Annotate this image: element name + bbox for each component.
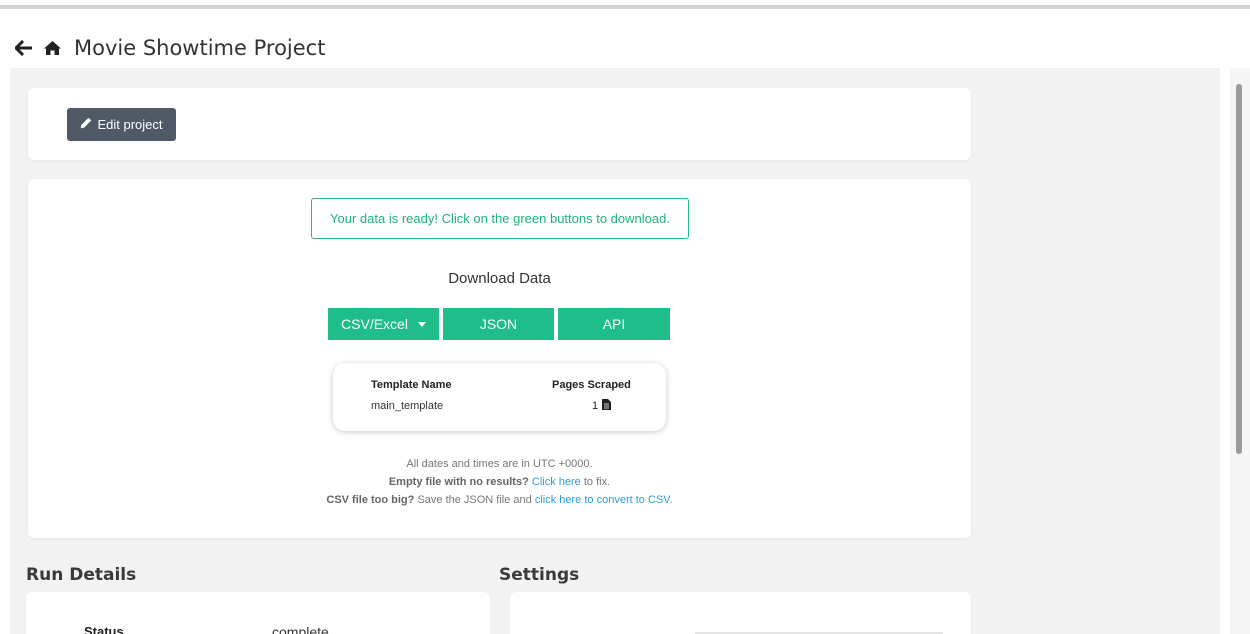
download-title: Download Data (448, 270, 551, 287)
api-button[interactable]: API (558, 308, 670, 340)
edit-project-button[interactable]: Edit project (67, 108, 176, 141)
download-card: Your data is ready! Click on the green b… (28, 179, 971, 538)
csv-too-big-bold: CSV file too big? (326, 494, 415, 506)
empty-file-bold: Empty file with no results? (388, 476, 529, 488)
status-value: complete (272, 624, 329, 634)
run-details-card: Status complete (26, 592, 490, 634)
csv-excel-button[interactable]: CSV/Excel (328, 308, 439, 340)
settings-heading: Settings (499, 565, 580, 585)
timezone-note: All dates and times are in UTC +0000. (406, 458, 593, 470)
page-title: Movie Showtime Project (74, 36, 326, 60)
pages-scraped-value: 1 (592, 400, 599, 412)
template-name-cell: main_template (371, 400, 444, 412)
csv-too-big-note: CSV file too big? Save the JSON file and… (28, 494, 971, 506)
csv-too-big-text: Save the JSON file and (417, 494, 532, 506)
edit-card: Edit project (28, 88, 971, 160)
template-table: Template Name Pages Scraped main_templat… (333, 363, 666, 431)
file-icon[interactable] (602, 399, 612, 413)
arrow-left-icon[interactable] (14, 37, 34, 59)
pencil-icon (80, 117, 92, 132)
edit-project-label: Edit project (97, 117, 163, 132)
pages-scraped-cell: 1 (592, 399, 612, 413)
settings-card (510, 592, 971, 634)
status-label: Status (84, 624, 124, 634)
run-details-heading: Run Details (26, 565, 137, 585)
top-border (0, 5, 1250, 9)
caret-down-icon (417, 321, 426, 327)
empty-file-fix-link[interactable]: Click here (532, 476, 581, 488)
empty-file-tail: to fix. (583, 476, 611, 488)
home-icon[interactable] (42, 37, 62, 59)
main-content: Edit project Your data is ready! Click o… (10, 68, 1220, 634)
template-name-header: Template Name (371, 379, 452, 391)
page-header: Movie Showtime Project (14, 30, 325, 66)
convert-to-csv-link[interactable]: click here to convert to CSV. (535, 494, 673, 506)
json-button[interactable]: JSON (443, 308, 554, 340)
pages-scraped-header: Pages Scraped (552, 379, 631, 391)
download-button-group: CSV/Excel JSON API (328, 308, 670, 340)
data-ready-alert: Your data is ready! Click on the green b… (311, 198, 689, 239)
scrollbar-thumb[interactable] (1236, 84, 1242, 454)
empty-file-note: Empty file with no results? Click here t… (28, 476, 971, 488)
csv-excel-label: CSV/Excel (341, 316, 408, 332)
